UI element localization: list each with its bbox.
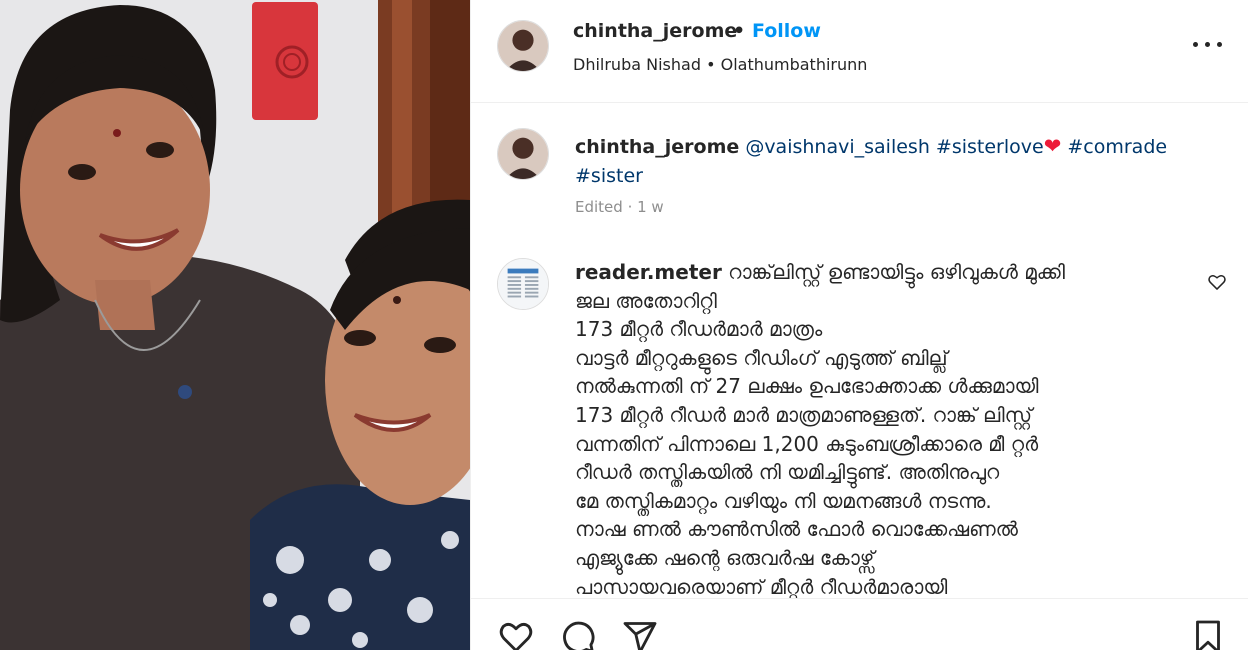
comment-line: നൽകുന്നതി ന് 27 ലക്ഷം ഉപഭോക്താക്ക ൾക്കുമ… (575, 374, 1039, 399)
comment-line: പാസായവരെയാണ് മീറ്റർ റീഡർമാരായി (575, 574, 948, 599)
more-options-icon[interactable] (1191, 28, 1227, 60)
hashtag-sister[interactable]: #sister (575, 165, 643, 187)
follow-button[interactable]: Follow (752, 20, 821, 42)
comment-line: എജ്യുക്കേ ഷന്റെ ഒരുവർഷ കോഴ്സ് (575, 545, 875, 570)
caption-text: chintha_jerome @vaishnavi_sailesh #siste… (575, 132, 1195, 191)
comment-text: reader.meter റാങ്ക്‌ലിസ്റ്റ് ഉണ്ടായിട്ടു… (575, 258, 1185, 601)
avatar-image (498, 21, 548, 71)
comment-icon[interactable] (559, 619, 597, 650)
comment-line: ജല അതോറിറ്റി (575, 288, 717, 313)
comment-line: 173 മീറ്റർ റീഡർമാർ മാത്രം (575, 317, 823, 342)
avatar-image (498, 129, 548, 179)
hashtag-sisterlove[interactable]: #sisterlove (936, 136, 1044, 158)
post-side-panel: chintha_jerome • Follow Dhilruba Nishad … (470, 0, 1248, 650)
newspaper-avatar-image (498, 259, 548, 309)
commenter-avatar[interactable] (497, 258, 549, 310)
caption-avatar[interactable] (497, 128, 549, 180)
header-separator: • (733, 20, 746, 42)
comment-line-text: റാങ്ക്‌ലിസ്റ്റ് ഉണ്ടായിട്ടും ഒഴിവുകൾ മുക… (728, 260, 1066, 284)
author-avatar[interactable] (497, 20, 549, 72)
post-photo[interactable] (0, 0, 470, 650)
post-photo-art (0, 0, 470, 650)
audio-track-name: Olathumbathirunn (720, 55, 868, 74)
comment-line: നാഷ ണൽ കൗൺസിൽ ഫോർ വൊക്കേഷണൽ (575, 517, 1018, 542)
post-action-bar (471, 598, 1248, 650)
share-icon[interactable] (621, 619, 659, 650)
heart-emoji-icon: ❤ (1043, 134, 1062, 158)
comment-line: വാട്ടർ മീറ്ററുകളുടെ റീഡിംഗ് എടുത്ത് ബില്… (575, 345, 948, 370)
heart-icon[interactable] (497, 619, 535, 650)
post-header: chintha_jerome • Follow Dhilruba Nishad … (471, 0, 1248, 103)
author-username[interactable]: chintha_jerome (573, 20, 737, 42)
caption-mention[interactable]: @vaishnavi_sailesh (745, 136, 930, 158)
comment-line: 173 മീറ്റർ റീഡർ മാർ മാത്രമാണുള്ളത്. റാങ്… (575, 402, 1033, 427)
caption-timestamp: Edited · 1 w (575, 198, 664, 216)
hashtag-comrade[interactable]: #comrade (1067, 136, 1167, 158)
comment-line: മേ തസ്തികമാറ്റം വഴിയും നി യമനങ്ങൾ നടന്നു… (575, 488, 992, 513)
comment-line: reader.meter റാങ്ക്‌ലിസ്റ്റ് ഉണ്ടായിട്ടു… (575, 258, 1185, 287)
audio-artist: Dhilruba Nishad (573, 55, 701, 74)
comment-line: റീഡർ തസ്തികയിൽ നി യമിച്ചിട്ടുണ്ട്. അതിനു… (575, 460, 1000, 485)
bookmark-icon[interactable] (1189, 619, 1227, 650)
audio-separator: • (706, 55, 716, 74)
audio-track[interactable]: Dhilruba Nishad • Olathumbathirunn (573, 55, 867, 74)
comment-like-heart-icon[interactable] (1207, 272, 1227, 292)
comment-username[interactable]: reader.meter (575, 260, 722, 284)
comment-line: വന്നതിന് പിന്നാലെ 1,200 കുടുംബശ്രീക്കാരെ… (575, 431, 1039, 456)
caption-username[interactable]: chintha_jerome (575, 136, 739, 158)
